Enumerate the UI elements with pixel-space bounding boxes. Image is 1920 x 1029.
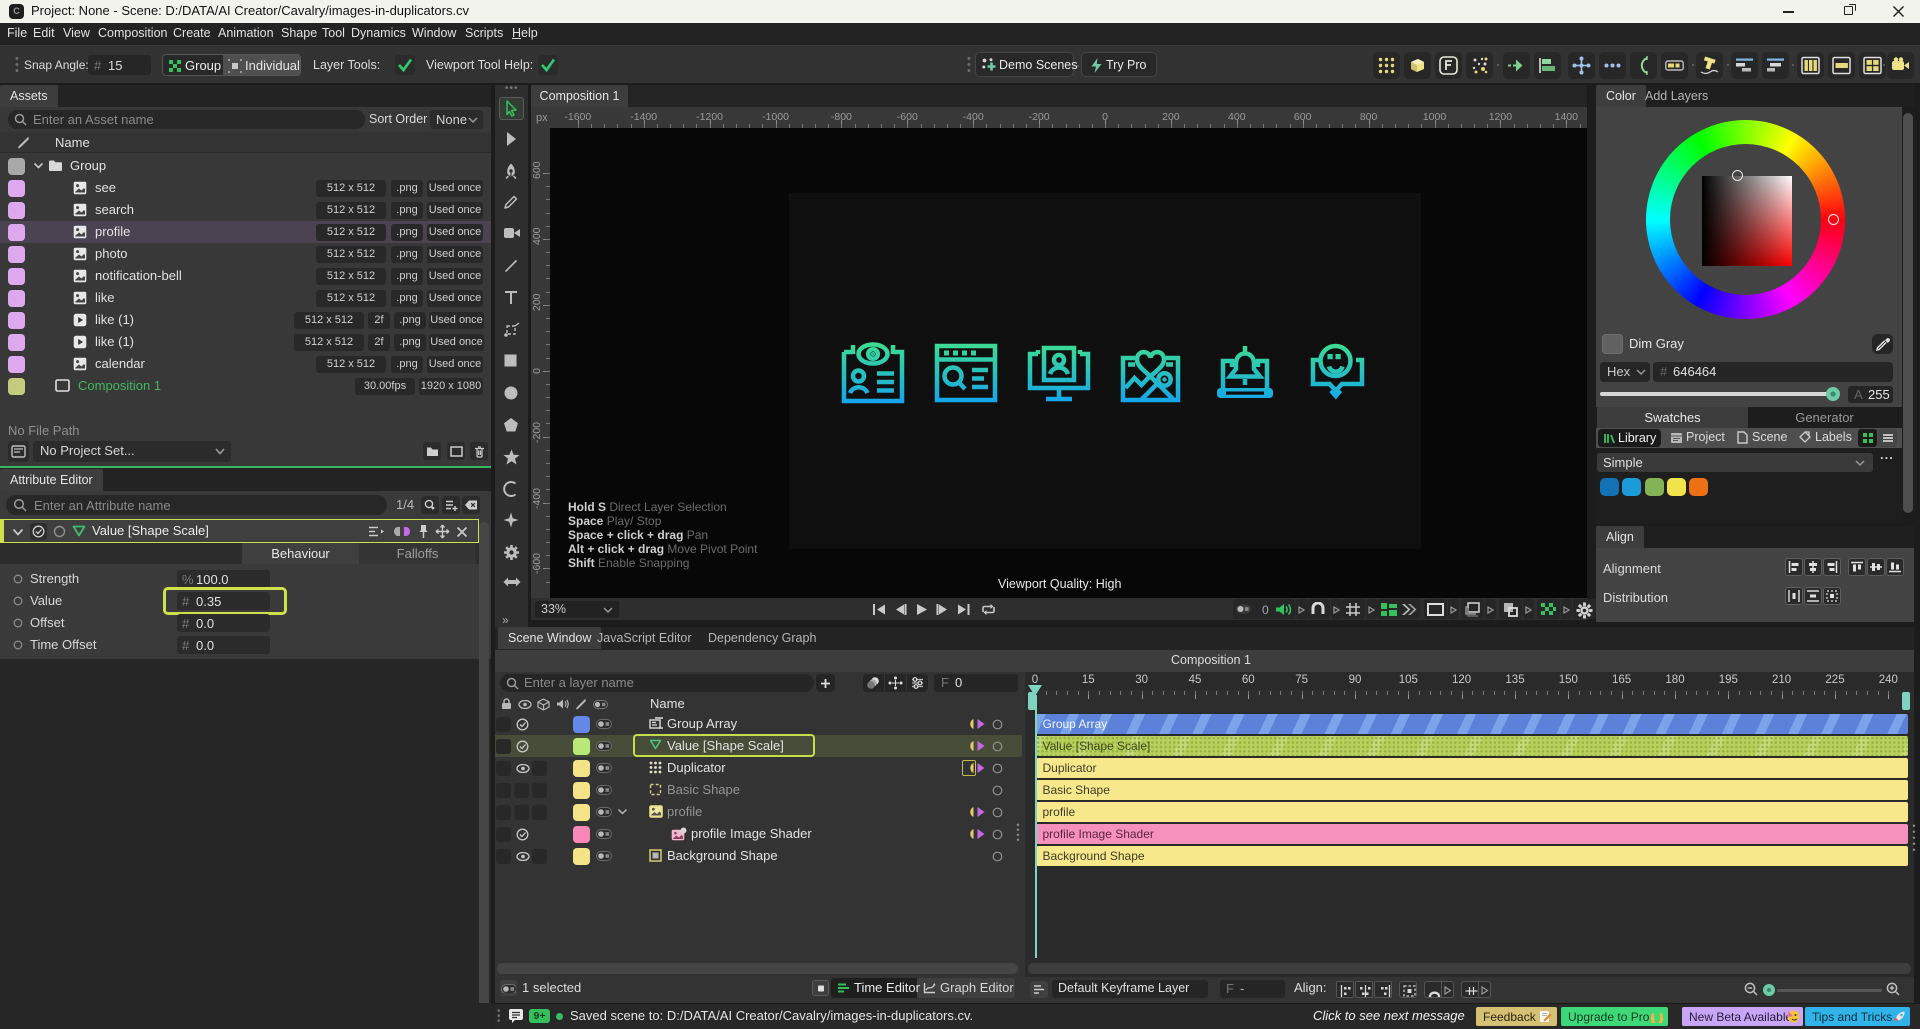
svg-text:0: 0 [1262,603,1269,616]
